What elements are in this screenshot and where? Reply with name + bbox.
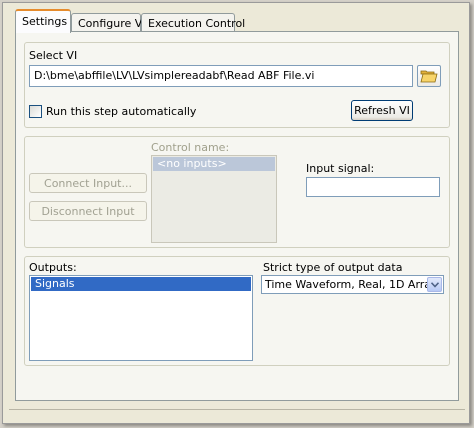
input-signal-label: Input signal: xyxy=(306,162,375,175)
strict-type-value: Time Waveform, Real, 1D Array xyxy=(265,278,438,291)
inputs-group: Connect Input... Disconnect Input Contro… xyxy=(24,136,450,248)
dropdown-button[interactable] xyxy=(427,277,442,292)
dialog-frame: Settings Configure VI Execution Control … xyxy=(2,2,470,424)
control-name-list[interactable]: <no inputs> xyxy=(151,155,277,243)
connect-input-button[interactable]: Connect Input... xyxy=(29,173,147,193)
input-signal-field[interactable] xyxy=(306,177,440,197)
chevron-down-icon xyxy=(431,282,439,288)
strict-type-select[interactable]: Time Waveform, Real, 1D Array xyxy=(261,275,444,294)
run-automatically-checkbox[interactable] xyxy=(29,105,42,118)
refresh-vi-button[interactable]: Refresh VI xyxy=(351,100,413,121)
disconnect-input-button[interactable]: Disconnect Input xyxy=(29,201,147,221)
select-vi-group: Select VI D:\bme\abffile\LV\LVsimpleread… xyxy=(24,42,450,128)
settings-panel: Select VI D:\bme\abffile\LV\LVsimpleread… xyxy=(15,31,459,401)
control-name-label: Control name: xyxy=(151,141,230,154)
browse-button[interactable] xyxy=(417,65,441,87)
separator xyxy=(9,409,465,410)
list-item[interactable]: <no inputs> xyxy=(153,157,275,171)
folder-open-icon xyxy=(420,70,438,83)
tab-configure-vi[interactable]: Configure VI xyxy=(71,13,146,32)
tab-execution-control[interactable]: Execution Control xyxy=(141,13,245,32)
outputs-list[interactable]: Signals xyxy=(29,275,253,361)
outputs-group: Outputs: Signals Strict type of output d… xyxy=(24,256,450,366)
tab-settings[interactable]: Settings xyxy=(15,9,71,33)
run-automatically-label: Run this step automatically xyxy=(46,105,197,118)
vi-path-field[interactable]: D:\bme\abffile\LV\LVsimplereadabf\Read A… xyxy=(29,65,413,87)
list-item[interactable]: Signals xyxy=(31,277,251,291)
strict-type-label: Strict type of output data xyxy=(263,261,403,274)
outputs-label: Outputs: xyxy=(29,261,77,274)
select-vi-label: Select VI xyxy=(29,49,78,62)
